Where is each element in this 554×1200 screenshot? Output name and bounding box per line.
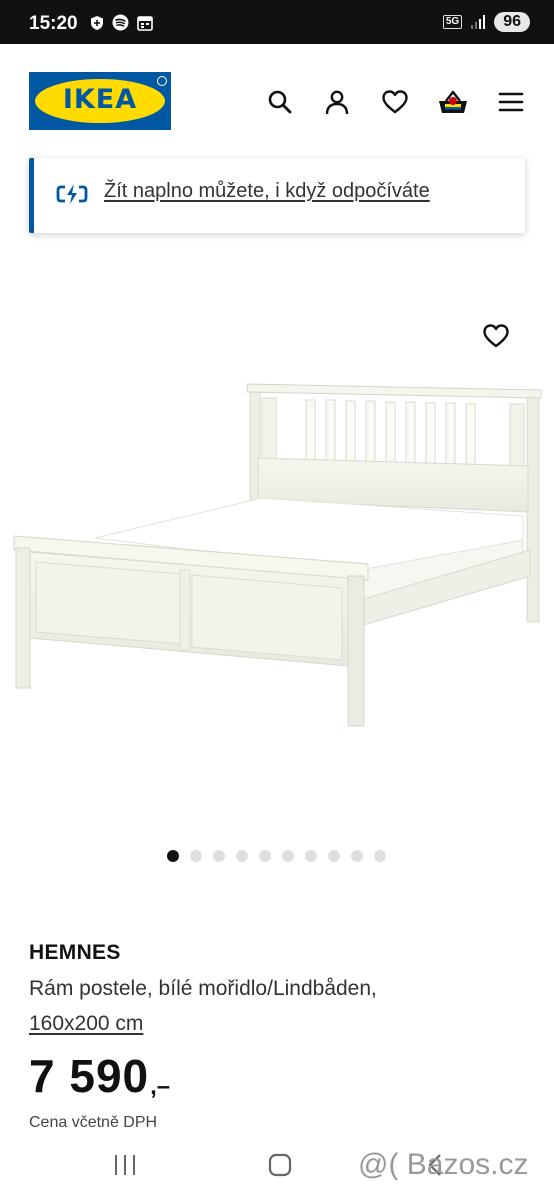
heart-icon [382,90,408,114]
battery-level: 96 [494,12,530,32]
status-notification-icons [90,14,153,31]
menu-button[interactable] [495,86,527,118]
product-name: HEMNES [29,941,121,964]
wishlist-button[interactable] [379,86,411,118]
shield-icon [91,15,103,30]
gallery-dot[interactable] [374,850,386,862]
heart-icon [483,324,509,348]
account-button[interactable] [321,86,353,118]
search-icon [268,90,292,114]
gallery-dot[interactable] [167,850,179,862]
product-size-link[interactable]: 160x200 cm [29,1012,143,1036]
search-button[interactable] [264,86,296,118]
status-right-group: 5G 96 [442,12,530,32]
status-bar: 15:20 5G 96 [0,0,554,44]
site-header: IKEA [0,44,554,154]
signal-icon [471,15,486,29]
bed-illustration [13,383,542,727]
promo-link[interactable]: Žít naplno můžete, i když odpočíváte [104,180,430,203]
account-icon [325,90,349,115]
promo-banner[interactable]: Žít naplno můžete, i když odpočíváte [29,158,525,233]
menu-icon [498,92,524,112]
charging-icon [56,184,88,204]
product-description: Rám postele, bílé mořidlo/Lindbåden, [29,977,377,1000]
ikea-logo[interactable]: IKEA [29,72,171,130]
network-type: 5G [442,15,463,29]
gallery-dot[interactable] [259,850,271,862]
gallery-dot[interactable] [213,850,225,862]
basket-icon [439,90,467,113]
gallery-pagination [167,850,386,862]
save-favorite-button[interactable] [482,323,510,354]
product-image[interactable] [0,280,554,800]
basket-button[interactable] [437,86,469,118]
product-price: 7 590 ,– [29,1048,170,1104]
home-icon [268,1153,292,1177]
calendar-icon [137,15,153,31]
gallery-dot[interactable] [282,850,294,862]
gallery-dot[interactable] [351,850,363,862]
registered-mark [157,76,167,86]
spotify-icon [112,14,129,31]
vat-note: Cena včetně DPH [29,1114,158,1131]
gallery-dot[interactable] [236,850,248,862]
price-decimal: ,– [150,1073,171,1100]
watermark-text: @( Bazos.cz [358,1148,529,1181]
gallery-dot[interactable] [328,850,340,862]
recent-apps-icon [115,1155,135,1175]
gallery-dot[interactable] [305,850,317,862]
home-button[interactable] [267,1152,293,1183]
logo-text: IKEA [62,84,138,115]
gallery-dot[interactable] [190,850,202,862]
recent-apps-button[interactable] [112,1152,138,1183]
price-integer: 7 590 [29,1050,150,1102]
status-time: 15:20 [29,13,78,34]
